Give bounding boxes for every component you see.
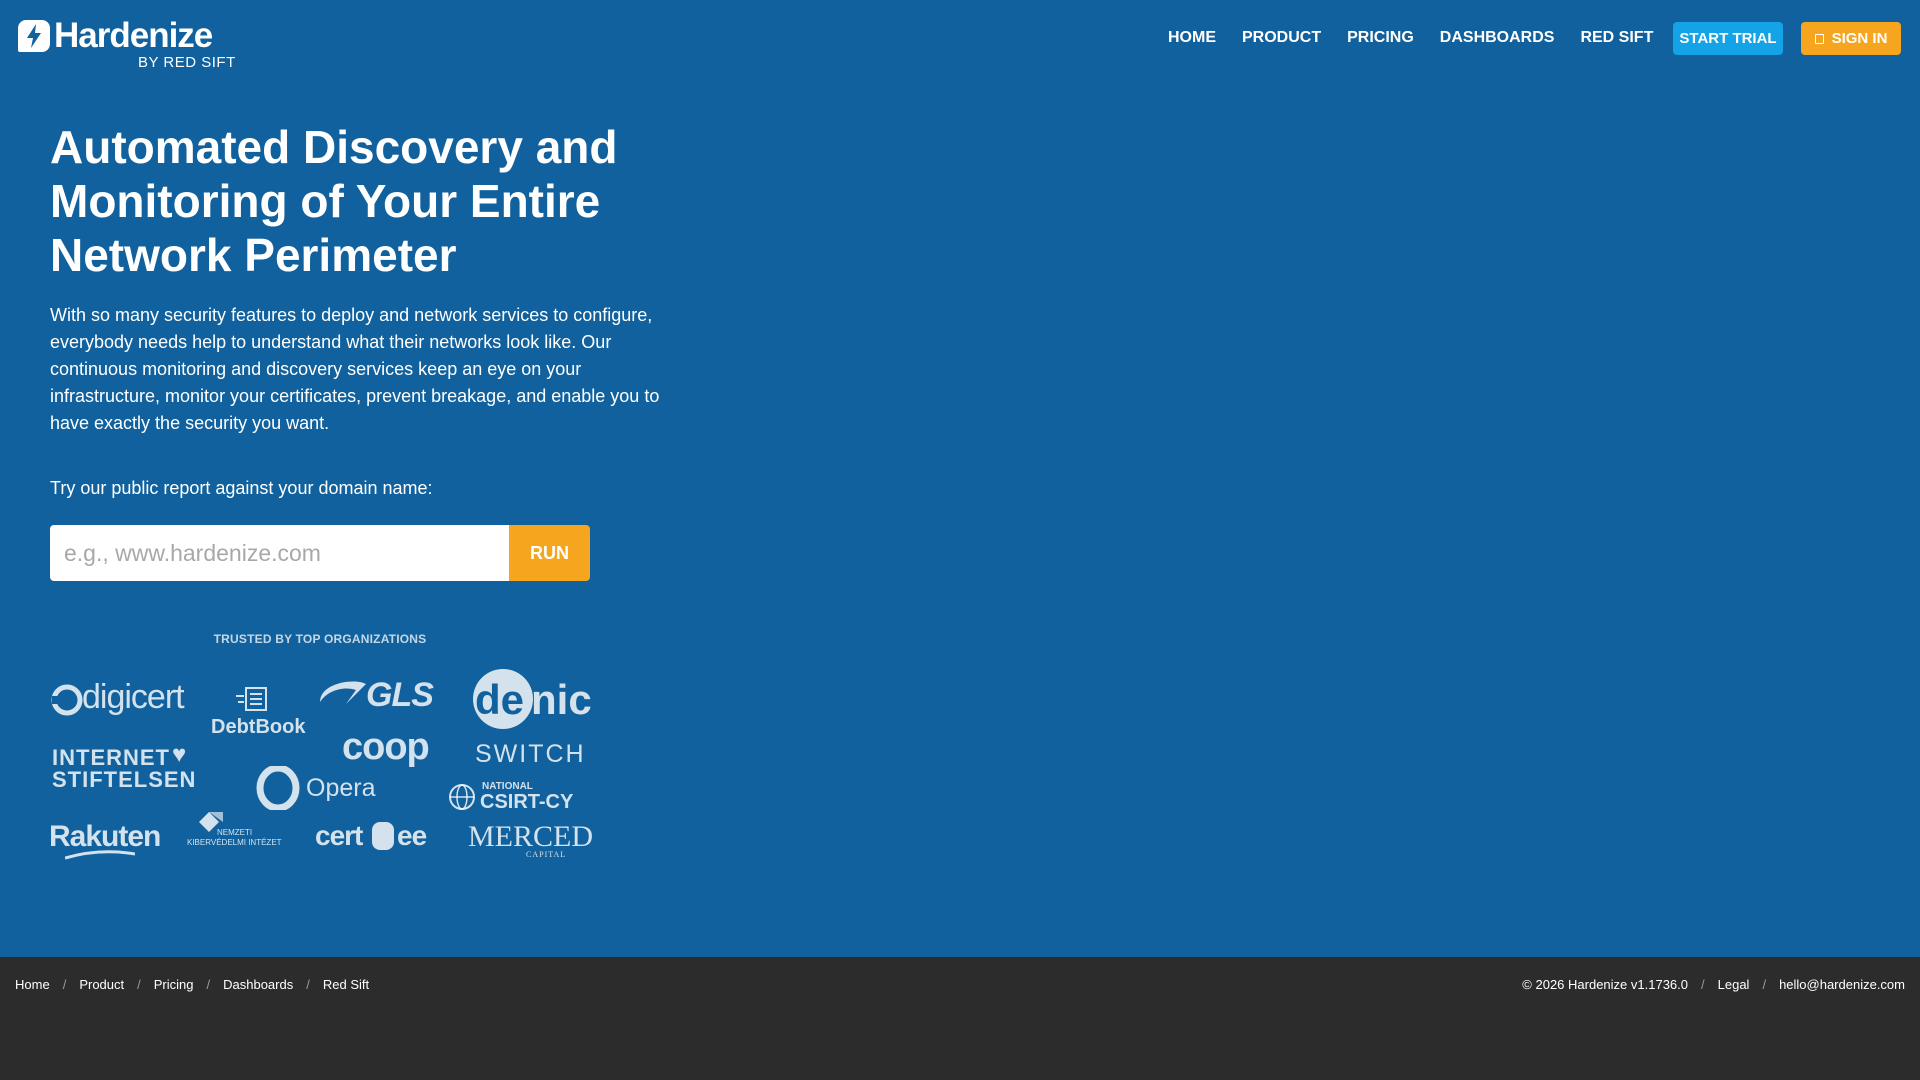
run-button[interactable]: RUN: [509, 525, 590, 581]
coop-logo: coop: [342, 726, 430, 769]
internet-line2: STIFTELSEN: [52, 767, 197, 792]
page-title: Automated Discovery and Monitoring of Yo…: [50, 121, 618, 281]
nki-logo: NEMZETI KIBERVÉDELMI INTÉZET: [187, 808, 287, 852]
bolt-icon: [18, 20, 50, 52]
footer-nav: Home / Product / Pricing / Dashboards / …: [15, 977, 369, 992]
rakuten-text: Rakuten: [49, 820, 161, 853]
footer-separator: /: [62, 977, 67, 992]
merced-sub-text: CAPITAL: [526, 850, 567, 859]
footer-dashboards-link[interactable]: Dashboards: [223, 977, 293, 992]
sign-in-label: SIGN IN: [1831, 30, 1888, 47]
cert-ee-text: ee: [397, 820, 427, 851]
cert-ee-logo: cert ee: [315, 820, 435, 860]
footer-red-sift-link[interactable]: Red Sift: [323, 977, 369, 992]
footer-product-link[interactable]: Product: [79, 977, 124, 992]
footer: [0, 957, 1920, 1080]
nki-line1: NEMZETI: [217, 828, 253, 837]
coop-text: coop: [342, 726, 430, 768]
gls-logo: GLS: [316, 674, 446, 714]
nav-product[interactable]: PRODUCT: [1242, 29, 1321, 47]
sign-in-button[interactable]: SIGN IN: [1801, 22, 1901, 55]
heart-icon: ♥: [172, 741, 187, 768]
debtbook-logo: DebtBook: [210, 684, 310, 740]
footer-pricing-link[interactable]: Pricing: [154, 977, 194, 992]
csirt-big-text: CSIRT-CY: [480, 791, 574, 813]
footer-right: © 2026 Hardenize v1.1736.0 / Legal / hel…: [1522, 977, 1905, 992]
switch-logo: SWITCH: [475, 740, 586, 769]
nav-red-sift[interactable]: RED SIFT: [1580, 29, 1653, 47]
legal-link[interactable]: Legal: [1718, 977, 1750, 992]
nav-dashboards[interactable]: DASHBOARDS: [1440, 29, 1555, 47]
footer-separator: /: [206, 977, 211, 992]
cert-text: cert: [315, 820, 363, 851]
nki-line2: KIBERVÉDELMI INTÉZET: [187, 838, 282, 847]
csirt-cy-logo: NATIONAL CSIRT-CY: [448, 779, 588, 813]
digicert-text: digicert: [82, 678, 185, 716]
main-area: Hardenize BY RED SIFT HOME PRODUCT PRICI…: [0, 0, 1920, 957]
nav-home[interactable]: HOME: [1168, 29, 1216, 47]
footer-separator: /: [306, 977, 310, 992]
try-report-label: Try our public report against your domai…: [50, 478, 433, 498]
gls-text: GLS: [366, 676, 434, 714]
lock-icon: [372, 822, 394, 850]
denic-de: de: [475, 676, 525, 723]
footer-home-link[interactable]: Home: [15, 977, 50, 992]
denic-logo: de nic: [473, 669, 593, 731]
opera-text: Opera: [306, 774, 376, 802]
start-trial-button[interactable]: START TRIAL: [1673, 22, 1783, 55]
email-link[interactable]: hello@hardenize.com: [1779, 977, 1905, 992]
merced-text: MERCED: [468, 820, 594, 853]
internetstiftelsen-logo: INTERNET ♥ STIFTELSEN: [52, 741, 202, 795]
nav-pricing[interactable]: PRICING: [1347, 29, 1414, 47]
brand-name: Hardenize: [54, 16, 213, 55]
domain-search-input[interactable]: [50, 525, 509, 581]
hero-description: With so many security features to deploy…: [50, 305, 660, 433]
footer-separator: /: [1762, 977, 1767, 992]
top-nav: HOME PRODUCT PRICING DASHBOARDS RED SIFT: [1168, 25, 1706, 51]
merced-capital-logo: MERCED CAPITAL: [468, 820, 593, 862]
denic-nic: nic: [531, 676, 592, 723]
copyright-text: © 2026 Hardenize v1.1736.0: [1522, 977, 1688, 992]
footer-separator: /: [1701, 977, 1705, 992]
debtbook-text: DebtBook: [211, 716, 306, 738]
switch-text: SWITCH: [475, 740, 586, 768]
hardenize-logo[interactable]: Hardenize BY RED SIFT: [18, 16, 248, 72]
rakuten-logo: Rakuten: [49, 820, 169, 860]
brand-sub: BY RED SIFT: [138, 54, 236, 71]
trusted-heading: TRUSTED BY TOP ORGANIZATIONS: [213, 632, 427, 646]
opera-logo: Opera: [256, 766, 386, 812]
sign-in-icon: [1814, 33, 1824, 44]
footer-separator: /: [137, 977, 141, 992]
